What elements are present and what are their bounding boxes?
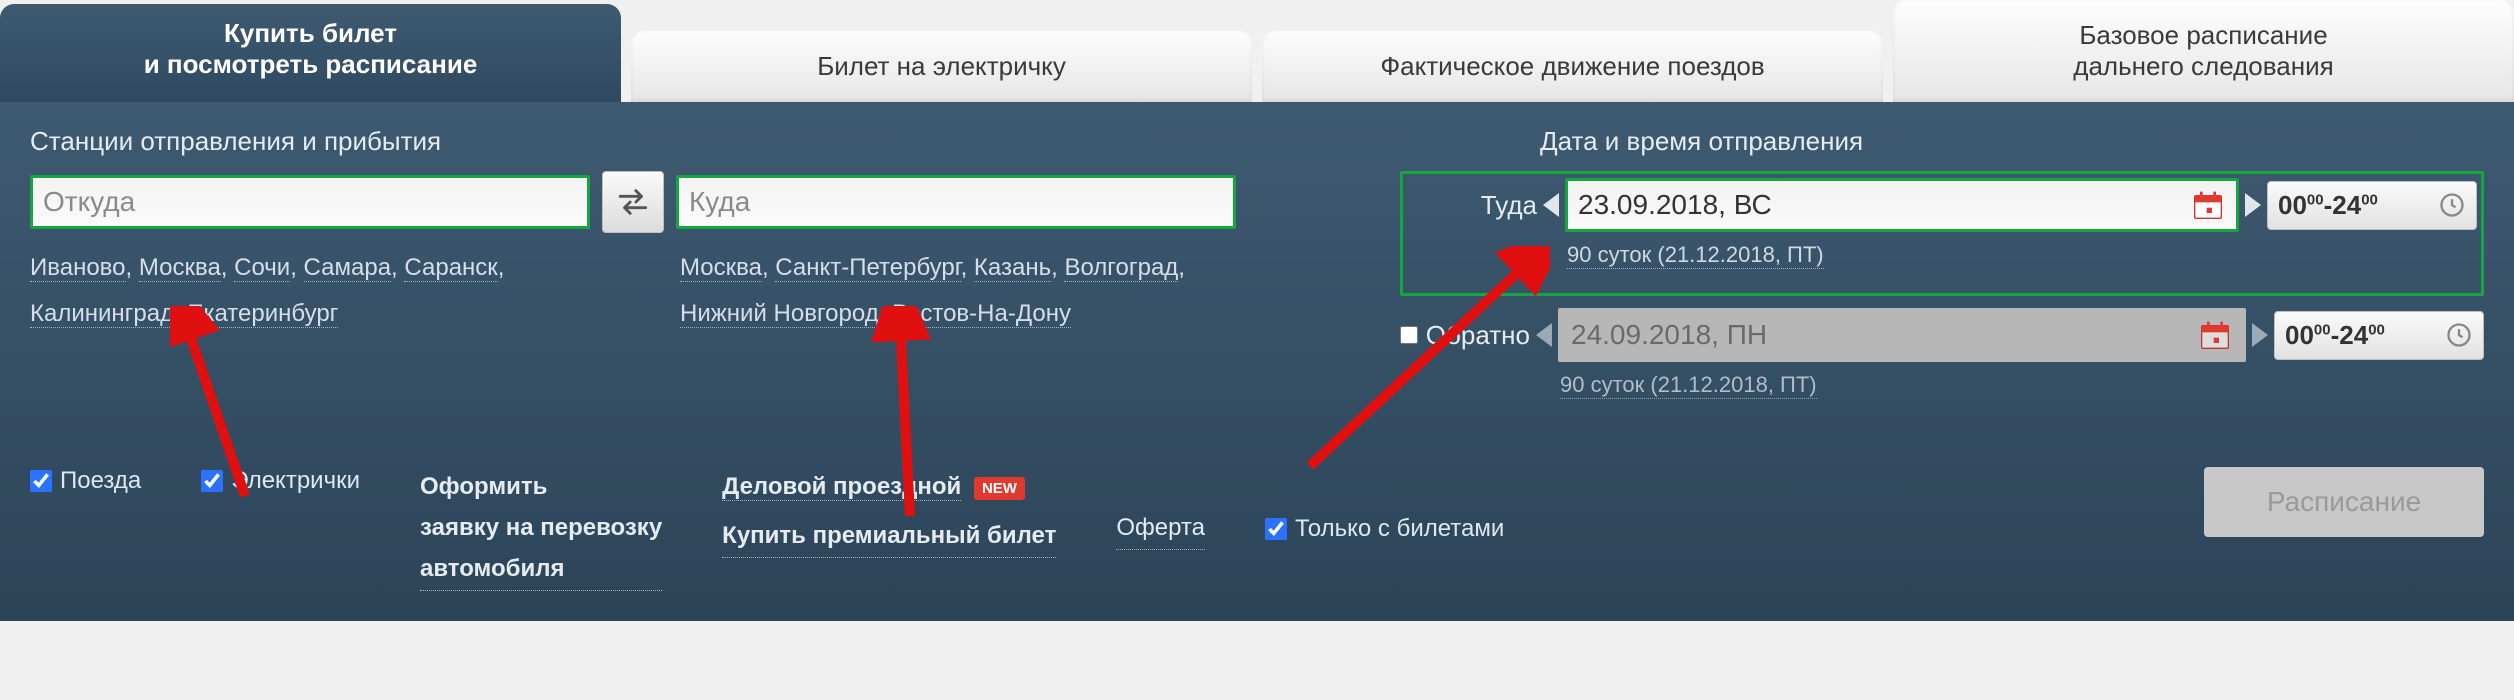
- to-station-box[interactable]: [676, 175, 1236, 229]
- back-date-box[interactable]: 24.09.2018, ПН: [1558, 308, 2246, 362]
- new-badge: NEW: [974, 477, 1025, 500]
- city-suggestion[interactable]: Казань: [974, 254, 1051, 282]
- city-suggestion[interactable]: Самара: [304, 254, 392, 282]
- next-day-back[interactable]: [2252, 323, 2268, 347]
- city-suggestion[interactable]: Нижний Новгород: [680, 300, 879, 328]
- oferta-link[interactable]: Оферта: [1116, 508, 1205, 550]
- swap-icon: [616, 185, 650, 219]
- dates-title: Дата и время отправления: [1540, 126, 2484, 157]
- prev-day-to[interactable]: [1543, 193, 1559, 217]
- city-suggestion[interactable]: Москва: [680, 254, 762, 282]
- dates-column: Дата и время отправления Туда 23.09.2018…: [1400, 126, 2484, 417]
- city-suggestion[interactable]: Саранск: [404, 254, 497, 282]
- trains-label: Поезда: [60, 467, 141, 495]
- premium-ticket-link[interactable]: Купить премиальный билет: [722, 516, 1056, 558]
- city-suggestion[interactable]: Ростов-На-Дону: [892, 300, 1071, 328]
- schedule-button[interactable]: Расписание: [2204, 467, 2484, 537]
- clock-icon: [2438, 191, 2466, 219]
- prev-day-back[interactable]: [1536, 323, 1552, 347]
- to-input[interactable]: [689, 186, 1223, 218]
- clock-icon: [2445, 321, 2473, 349]
- from-station-box[interactable]: [30, 175, 590, 229]
- to-suggestions: Москва, Санкт-Петербург, Казань, Волгогр…: [680, 245, 1240, 336]
- stations-column: Станции отправления и прибытия: [30, 126, 1400, 417]
- from-suggestions: Иваново, Москва, Сочи, Самара, Саранск, …: [30, 245, 590, 336]
- city-suggestion[interactable]: Калининград: [30, 300, 174, 328]
- city-suggestion[interactable]: Екатеринбург: [187, 300, 338, 328]
- to-time-box[interactable]: 0000-2400: [2267, 181, 2477, 230]
- tab-buy-ticket[interactable]: Купить билет и посмотреть расписание: [0, 4, 621, 102]
- bottom-row: Поезда Электрички Оформить заявку на пер…: [30, 467, 2484, 590]
- elektr-checkbox[interactable]: [201, 470, 223, 492]
- tab-actual-movement[interactable]: Фактическое движение поездов: [1262, 31, 1883, 102]
- from-input[interactable]: [43, 186, 577, 218]
- back-checkbox[interactable]: [1400, 324, 1418, 346]
- back-label-wrap: Обратно: [1400, 320, 1530, 351]
- city-suggestion[interactable]: Иваново: [30, 254, 126, 282]
- stations-title: Станции отправления и прибытия: [30, 126, 1400, 157]
- auto-request-link[interactable]: Оформить заявку на перевозку автомобиля: [420, 467, 662, 590]
- tickets-only-checkbox[interactable]: [1265, 518, 1287, 540]
- tab-commuter[interactable]: Билет на электричку: [631, 31, 1252, 102]
- back-label: Обратно: [1426, 320, 1530, 351]
- elektr-label: Электрички: [231, 467, 360, 495]
- city-suggestion[interactable]: Москва: [139, 254, 221, 282]
- city-suggestion[interactable]: Сочи: [234, 254, 290, 282]
- swap-button[interactable]: [602, 171, 664, 233]
- trains-checkbox[interactable]: [30, 470, 52, 492]
- tab-base-schedule[interactable]: Базовое расписание дальнего следования: [1893, 0, 2514, 102]
- calendar-icon: [2190, 189, 2226, 221]
- next-day-to[interactable]: [2245, 193, 2261, 217]
- calendar-icon: [2197, 319, 2233, 351]
- to-label: Туда: [1407, 190, 1537, 221]
- city-suggestion[interactable]: Санкт-Петербург: [775, 254, 960, 282]
- tickets-only-wrap[interactable]: Только с билетами: [1265, 515, 1504, 543]
- to-date-text: 23.09.2018, ВС: [1578, 189, 1772, 221]
- business-pass-link[interactable]: Деловой проездной: [722, 473, 961, 501]
- to-date-hint[interactable]: 90 суток (21.12.2018, ПТ): [1567, 242, 1824, 269]
- back-date-hint[interactable]: 90 суток (21.12.2018, ПТ): [1560, 372, 1817, 399]
- search-panel: Станции отправления и прибытия: [0, 102, 2514, 620]
- elektr-checkbox-wrap[interactable]: Электрички: [201, 467, 360, 495]
- city-suggestion[interactable]: Волгоград: [1064, 254, 1178, 282]
- back-time-box[interactable]: 0000-2400: [2274, 311, 2484, 360]
- trains-checkbox-wrap[interactable]: Поезда: [30, 467, 141, 495]
- tabs-bar: Купить билет и посмотреть расписание Бил…: [0, 0, 2514, 102]
- back-date-text: 24.09.2018, ПН: [1571, 319, 1767, 351]
- to-date-box[interactable]: 23.09.2018, ВС: [1565, 178, 2239, 232]
- tickets-only-label: Только с билетами: [1295, 515, 1504, 543]
